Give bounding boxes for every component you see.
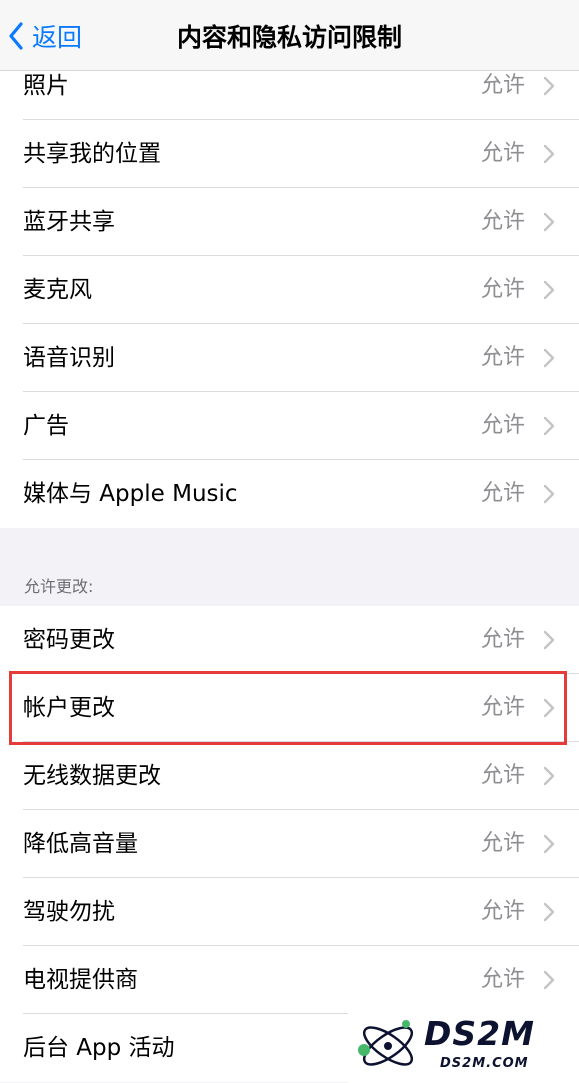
- watermark-subtext: DS2M.COM: [440, 1056, 529, 1071]
- row-label: 共享我的位置: [23, 141, 161, 167]
- row-value: 允许: [480, 763, 525, 788]
- row-cellular-data-changes[interactable]: 无线数据更改 允许: [0, 742, 579, 810]
- chevron-right-icon: [543, 970, 555, 990]
- navigation-bar: 返回 内容和隐私访问限制: [0, 0, 579, 71]
- chevron-right-icon: [543, 698, 555, 718]
- row-passcode-changes[interactable]: 密码更改 允许: [0, 606, 579, 674]
- row-bluetooth-sharing[interactable]: 蓝牙共享 允许: [0, 188, 579, 256]
- row-value: 允许: [480, 209, 525, 234]
- row-label: 后台 App 活动: [23, 1035, 175, 1061]
- row-share-location[interactable]: 共享我的位置 允许: [0, 120, 579, 188]
- chevron-right-icon: [543, 902, 555, 922]
- row-value: 允许: [480, 695, 525, 720]
- row-label: 语音识别: [23, 345, 115, 371]
- row-advertising[interactable]: 广告 允许: [0, 392, 579, 460]
- chevron-right-icon: [543, 416, 555, 436]
- row-label: 密码更改: [23, 627, 115, 653]
- row-value: 允许: [480, 141, 525, 166]
- row-media-apple-music[interactable]: 媒体与 Apple Music 允许: [0, 460, 579, 528]
- row-value: 允许: [480, 967, 525, 992]
- row-value: 允许: [480, 831, 525, 856]
- atom-icon: [358, 1020, 414, 1066]
- row-label: 帐户更改: [23, 695, 115, 721]
- row-reduce-loud-sounds[interactable]: 降低高音量 允许: [0, 810, 579, 878]
- watermark-text: DS2M: [424, 1014, 535, 1053]
- chevron-right-icon: [543, 484, 555, 504]
- chevron-right-icon: [543, 766, 555, 786]
- row-label: 无线数据更改: [23, 763, 161, 789]
- row-label: 降低高音量: [23, 831, 138, 857]
- settings-group-privacy: 照片 允许 共享我的位置 允许 蓝牙共享 允许 麦克风 允许 语音识别 允许 广…: [0, 52, 579, 528]
- row-value: 允许: [480, 627, 525, 652]
- section-header-allow-changes: 允许更改:: [24, 577, 94, 596]
- chevron-right-icon: [543, 144, 555, 164]
- chevron-right-icon: [543, 834, 555, 854]
- row-value: 允许: [480, 481, 525, 506]
- chevron-right-icon: [543, 280, 555, 300]
- row-label: 麦克风: [23, 277, 92, 303]
- row-label: 蓝牙共享: [23, 209, 115, 235]
- row-account-changes[interactable]: 帐户更改 允许: [0, 674, 579, 742]
- row-value: 允许: [480, 345, 525, 370]
- row-value: 允许: [480, 277, 525, 302]
- row-value: 允许: [480, 413, 525, 438]
- chevron-right-icon: [543, 212, 555, 232]
- row-value: 允许: [480, 899, 525, 924]
- row-speech-recognition[interactable]: 语音识别 允许: [0, 324, 579, 392]
- chevron-right-icon: [543, 348, 555, 368]
- row-driving-focus[interactable]: 驾驶勿扰 允许: [0, 878, 579, 946]
- row-label: 广告: [23, 413, 69, 439]
- row-microphone[interactable]: 麦克风 允许: [0, 256, 579, 324]
- chevron-right-icon: [543, 630, 555, 650]
- page-title: 内容和隐私访问限制: [176, 23, 402, 52]
- row-label: 电视提供商: [23, 967, 138, 993]
- watermark-logo: DS2M DS2M.COM: [348, 1008, 579, 1083]
- row-label: 驾驶勿扰: [23, 899, 115, 925]
- chevron-right-icon: [543, 76, 555, 96]
- row-label: 媒体与 Apple Music: [23, 481, 238, 507]
- row-tv-provider[interactable]: 电视提供商 允许: [0, 946, 579, 1014]
